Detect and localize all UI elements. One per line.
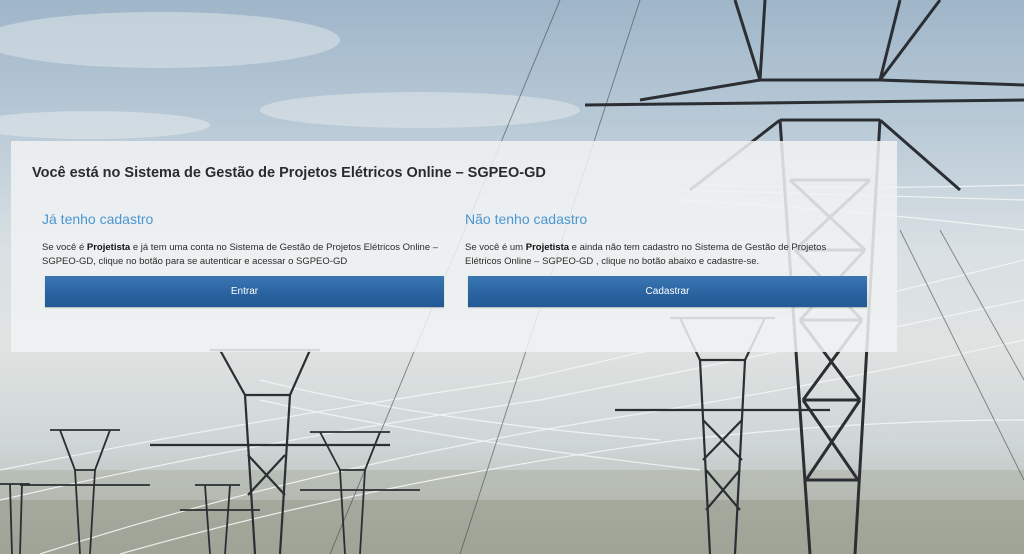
- new-text-bold: Projetista: [525, 242, 570, 253]
- existing-account-heading: Já tenho cadastro: [42, 211, 154, 227]
- new-account-heading: Não tenho cadastro: [465, 211, 588, 227]
- login-page: Você está no Sistema de Gestão de Projet…: [0, 0, 1024, 554]
- login-button[interactable]: Entrar: [45, 276, 444, 307]
- new-account-section: Não tenho cadastro Se você é um Projetis…: [465, 211, 867, 307]
- new-account-description: Se você é um Projetista e ainda não tem …: [465, 241, 865, 269]
- existing-account-description: Se você é Projetista e já tem uma conta …: [42, 241, 442, 269]
- new-text-before: Se você é um: [465, 242, 526, 253]
- existing-text-before: Se você é: [42, 242, 87, 253]
- existing-account-section: Já tenho cadastro Se você é Projetista e…: [42, 211, 444, 307]
- page-title: Você está no Sistema de Gestão de Projet…: [32, 165, 546, 181]
- existing-text-bold: Projetista: [86, 242, 131, 253]
- welcome-panel: Você está no Sistema de Gestão de Projet…: [11, 141, 897, 352]
- register-button[interactable]: Cadastrar: [468, 276, 867, 307]
